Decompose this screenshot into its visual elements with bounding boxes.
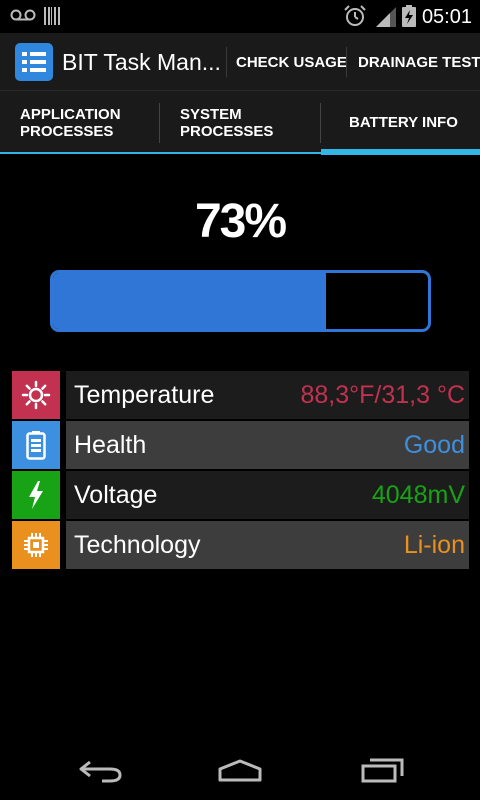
tab-label: APPLICATION PROCESSES: [20, 106, 121, 140]
battery-icon: [26, 431, 46, 460]
battery-percent: 73%: [194, 195, 287, 248]
voltage-icon-box: [12, 471, 60, 519]
technology-label-box: Technology Li-ion: [66, 521, 469, 569]
clock: 05:01: [421, 6, 472, 28]
sun-icon: [21, 380, 51, 410]
tab-application-processes[interactable]: APPLICATION PROCESSES: [0, 91, 160, 153]
app-list-icon[interactable]: [15, 43, 53, 81]
temperature-label-box: Temperature 88,3°F/31,3 °C: [66, 371, 469, 419]
tab-bar: APPLICATION PROCESSES SYSTEM PROCESSES B…: [0, 90, 480, 155]
info-row-health: Health Good: [12, 421, 469, 469]
health-icon-box: [12, 421, 60, 469]
voicemail-icon: [10, 9, 36, 21]
back-icon[interactable]: [78, 758, 124, 784]
tab-label: BATTERY INFO: [349, 114, 458, 131]
tab-system-processes[interactable]: SYSTEM PROCESSES: [160, 91, 320, 153]
tab-battery-info[interactable]: BATTERY INFO: [321, 91, 480, 155]
technology-value: Li-ion: [403, 531, 465, 559]
tab-baseline: [0, 152, 480, 154]
battery-charging-icon: [402, 5, 416, 27]
status-bar: 05:01: [0, 0, 480, 33]
voltage-label-box: Voltage 4048mV: [66, 471, 469, 519]
action-bar: BIT Task Man... CHECK USAGE DRAINAGE TES…: [0, 33, 480, 90]
info-row-technology: Technology Li-ion: [12, 521, 469, 569]
battery-level-bar: [50, 270, 431, 332]
check-usage-button[interactable]: CHECK USAGE: [236, 54, 347, 71]
action-divider: [346, 47, 347, 77]
drainage-test-button[interactable]: DRAINAGE TEST: [358, 54, 480, 71]
voltage-value: 4048mV: [371, 481, 465, 509]
health-label: Health: [74, 431, 147, 459]
tab-label: SYSTEM PROCESSES: [180, 106, 274, 140]
technology-label: Technology: [74, 531, 201, 559]
recent-apps-icon[interactable]: [360, 756, 406, 784]
alarm-icon: [344, 5, 366, 26]
technology-icon-box: [12, 521, 60, 569]
navigation-bar: [0, 740, 480, 800]
lightning-icon: [29, 481, 43, 509]
health-value: Good: [403, 431, 465, 459]
voltage-label: Voltage: [74, 481, 158, 509]
barcode-icon: [44, 7, 60, 25]
temperature-value: 88,3°F/31,3 °C: [300, 381, 465, 409]
app-title: BIT Task Man...: [62, 49, 221, 75]
battery-level-fill: [53, 273, 327, 329]
action-divider: [226, 47, 227, 77]
temperature-icon-box: [12, 371, 60, 419]
signal-icon: [376, 7, 396, 27]
info-row-temperature: Temperature 88,3°F/31,3 °C: [12, 371, 469, 419]
temperature-label: Temperature: [74, 381, 215, 409]
health-label-box: Health Good: [66, 421, 469, 469]
info-row-voltage: Voltage 4048mV: [12, 471, 469, 519]
home-icon[interactable]: [216, 758, 264, 784]
chip-icon: [24, 533, 48, 557]
